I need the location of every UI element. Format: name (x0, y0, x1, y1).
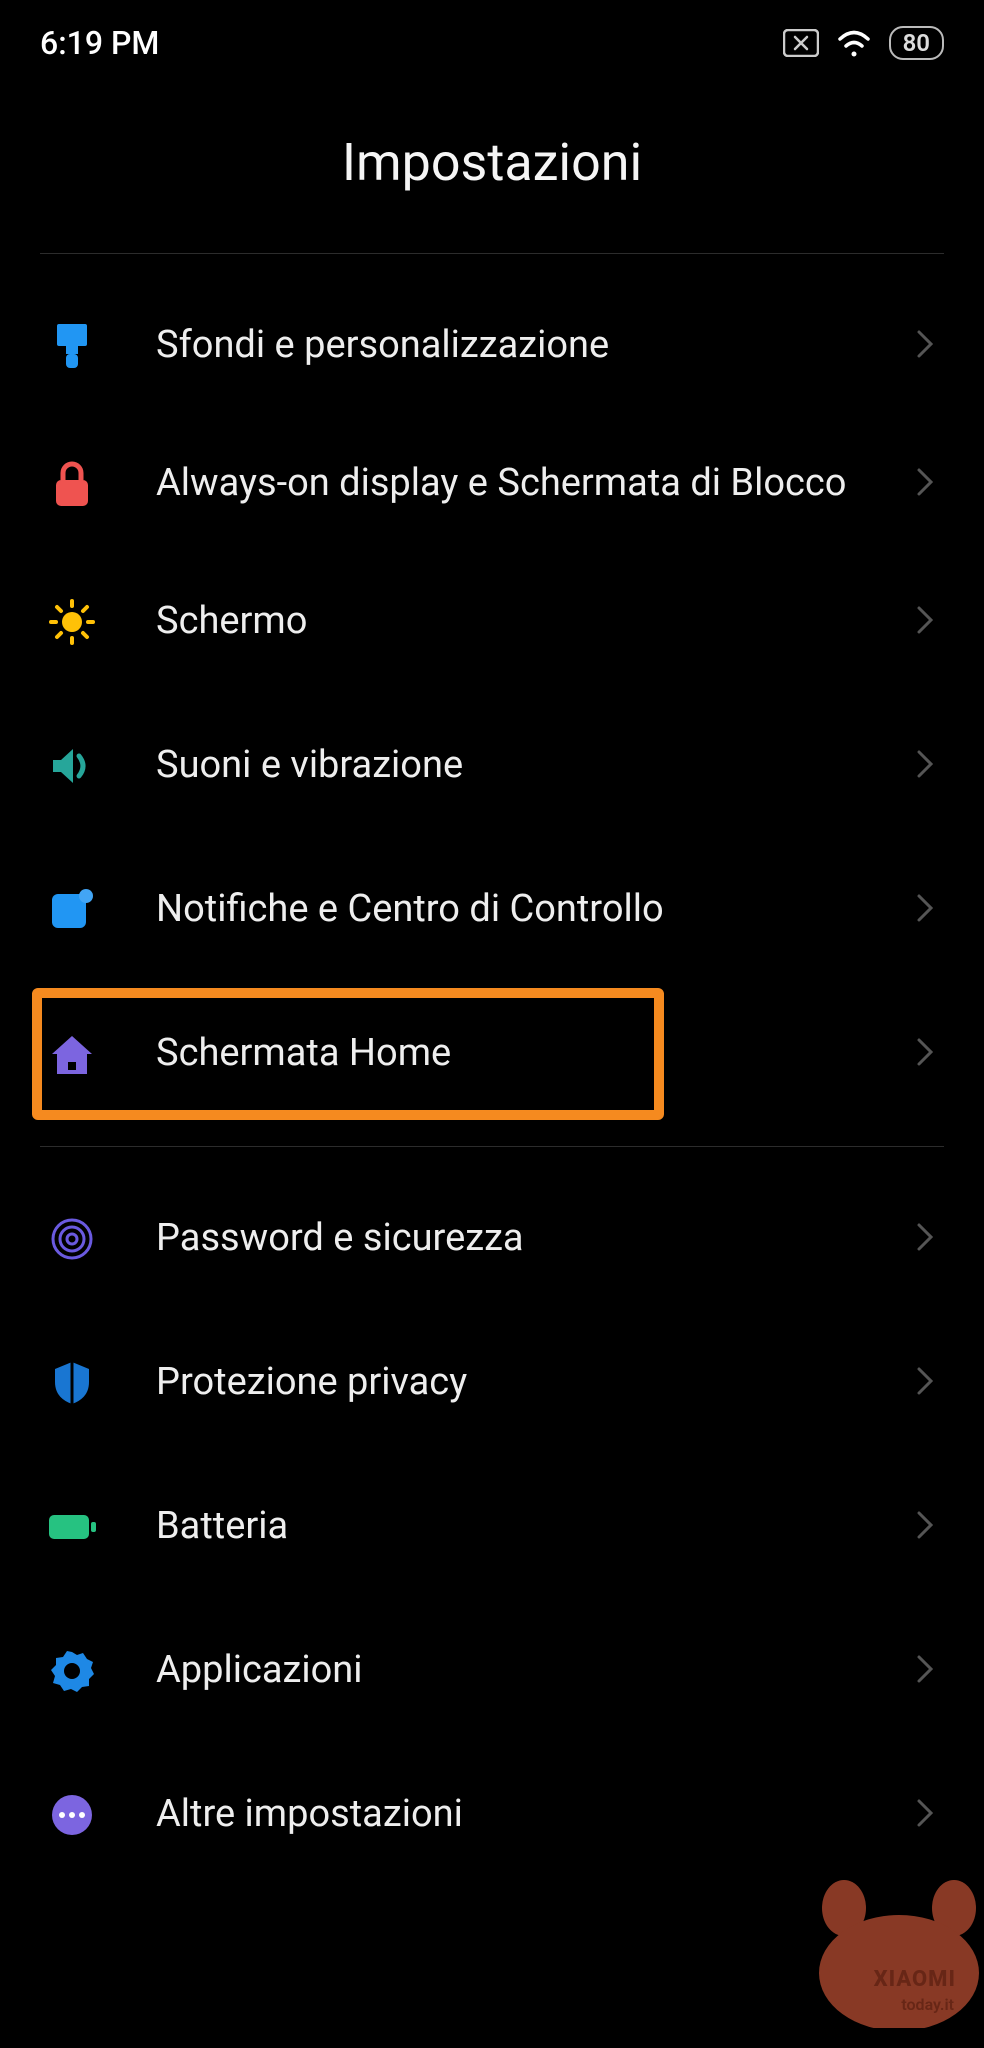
chevron-right-icon (916, 1798, 934, 1832)
settings-row-additional[interactable]: Altre impostazioni (0, 1743, 984, 1887)
row-label: Sfondi e personalizzazione (156, 322, 916, 370)
brush-icon (40, 314, 104, 378)
speaker-icon (40, 734, 104, 798)
row-label: Schermata Home (156, 1030, 916, 1078)
page-title: Impostazioni (0, 132, 984, 193)
row-label: Always-on display e Schermata di Blocco (156, 460, 916, 508)
watermark-site: today.it (901, 1995, 954, 2014)
settings-row-password-security[interactable]: Password e sicurezza (0, 1167, 984, 1311)
row-label: Notifiche e Centro di Controllo (156, 886, 916, 934)
shield-icon (40, 1351, 104, 1415)
row-label: Schermo (156, 598, 916, 646)
status-right: 80 (783, 26, 944, 60)
chevron-right-icon (916, 605, 934, 639)
row-label: Protezione privacy (156, 1359, 916, 1407)
chevron-right-icon (916, 893, 934, 927)
chevron-right-icon (916, 1654, 934, 1688)
status-bar: 6:19 PM 80 (0, 0, 984, 72)
settings-row-display[interactable]: Schermo (0, 550, 984, 694)
chevron-right-icon (916, 1366, 934, 1400)
row-label: Altre impostazioni (156, 1791, 916, 1839)
settings-row-wallpaper[interactable]: Sfondi e personalizzazione (0, 274, 984, 418)
settings-row-sound[interactable]: Suoni e vibrazione (0, 694, 984, 838)
chevron-right-icon (916, 749, 934, 783)
chevron-right-icon (916, 1037, 934, 1071)
status-time: 6:19 PM (40, 24, 159, 62)
settings-row-apps[interactable]: Applicazioni (0, 1599, 984, 1743)
row-label: Batteria (156, 1503, 916, 1551)
battery-indicator: 80 (889, 26, 944, 60)
lock-icon (40, 452, 104, 516)
settings-row-battery[interactable]: Batteria (0, 1455, 984, 1599)
sun-icon (40, 590, 104, 654)
home-icon (40, 1022, 104, 1086)
watermark-brand: XIAOMI (874, 1967, 956, 1992)
no-sim-icon (783, 29, 819, 57)
settings-row-notifications[interactable]: Notifiche e Centro di Controllo (0, 838, 984, 982)
row-label: Password e sicurezza (156, 1215, 916, 1263)
settings-section-1: Sfondi e personalizzazione Always-on dis… (0, 254, 984, 1146)
row-label: Applicazioni (156, 1647, 916, 1695)
settings-row-home-screen[interactable]: Schermata Home (0, 982, 984, 1126)
chevron-right-icon (916, 1222, 934, 1256)
chevron-right-icon (916, 1510, 934, 1544)
settings-section-2: Password e sicurezza Protezione privacy … (0, 1147, 984, 1907)
chevron-right-icon (916, 467, 934, 501)
more-icon (40, 1783, 104, 1847)
settings-row-aod-lockscreen[interactable]: Always-on display e Schermata di Blocco (0, 418, 984, 550)
fingerprint-icon (40, 1207, 104, 1271)
gear-icon (40, 1639, 104, 1703)
notification-icon (40, 878, 104, 942)
chevron-right-icon (916, 329, 934, 363)
battery-icon (40, 1495, 104, 1559)
settings-row-privacy[interactable]: Protezione privacy (0, 1311, 984, 1455)
row-label: Suoni e vibrazione (156, 742, 916, 790)
watermark: XIAOMI today.it (804, 1878, 984, 2028)
wifi-icon (835, 28, 873, 58)
